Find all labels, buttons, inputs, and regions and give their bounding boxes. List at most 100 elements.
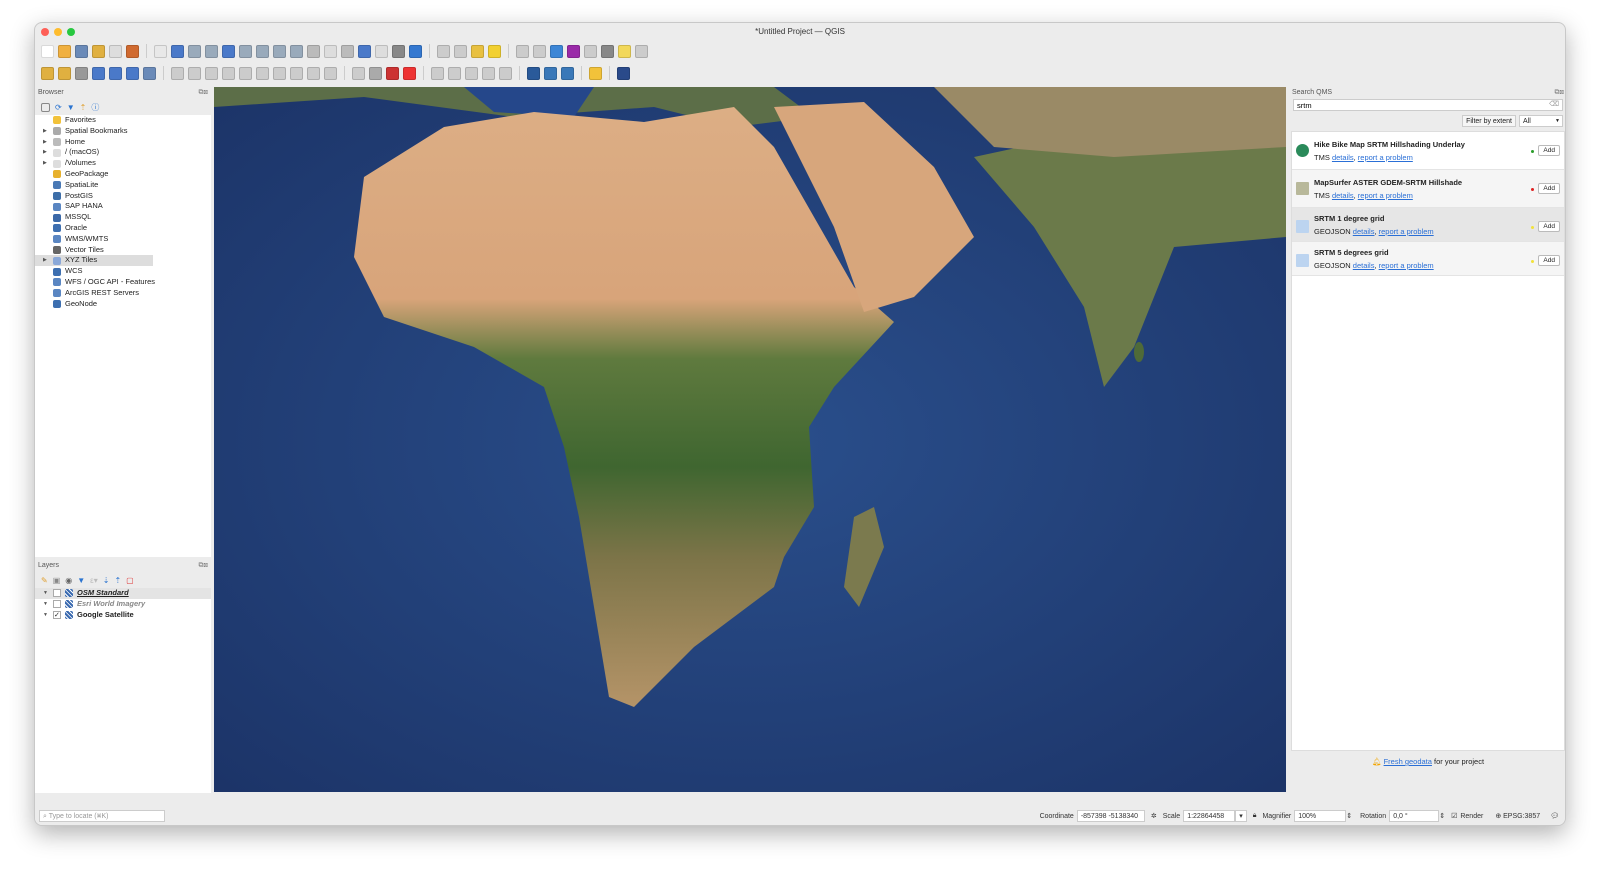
browser-item[interactable]: Vector Tiles [35, 245, 211, 256]
toolbar-tool-icon[interactable] [488, 44, 501, 58]
toolbar-tool-icon[interactable] [386, 66, 399, 80]
browser-item[interactable]: PostGIS [35, 191, 211, 202]
coordinate-field[interactable]: -857398 -5138340 [1076, 810, 1145, 822]
zoom-button[interactable] [67, 28, 75, 36]
report-problem-link[interactable]: report a problem [1358, 153, 1413, 162]
toolbar-tool-icon[interactable] [290, 66, 303, 80]
collapse-arrow-icon[interactable]: ▼ [43, 599, 49, 610]
browser-item[interactable]: WCS [35, 266, 211, 277]
toolbar-tool-icon[interactable] [341, 44, 354, 58]
layer-item[interactable]: ▼ OSM Standard [35, 588, 211, 599]
toolbar-tool-icon[interactable] [75, 66, 88, 80]
toolbar-tool-icon[interactable] [188, 44, 201, 58]
lock-scale-icon[interactable]: 🔒︎ [1253, 812, 1257, 820]
toolbar-tool-icon[interactable] [239, 66, 252, 80]
add-selected-icon[interactable] [41, 102, 50, 112]
toolbar-tool-icon[interactable] [273, 66, 286, 80]
report-problem-link[interactable]: report a problem [1379, 227, 1434, 236]
toolbar-tool-icon[interactable] [256, 44, 269, 58]
toolbar-tool-icon[interactable] [392, 44, 405, 58]
layer-item[interactable]: ▼ Esri World Imagery [35, 599, 211, 610]
magnifier-stepper[interactable]: ⇕ [1346, 812, 1352, 820]
add-button[interactable]: Add [1538, 183, 1560, 194]
toolbar-tool-icon[interactable] [41, 66, 54, 80]
collapse-arrow-icon[interactable]: ▼ [43, 610, 49, 621]
magnifier-field[interactable]: 100% [1294, 810, 1347, 822]
toolbar-tool-icon[interactable] [369, 66, 382, 80]
toolbar-tool-icon[interactable] [499, 66, 512, 80]
browser-item[interactable]: GeoNode [35, 299, 211, 310]
details-link[interactable]: details [1332, 153, 1354, 162]
toolbar-tool-icon[interactable] [307, 66, 320, 80]
expand-all-icon[interactable]: ⇣ [103, 576, 110, 585]
browser-item[interactable]: Oracle [35, 223, 211, 234]
details-link[interactable]: details [1332, 191, 1354, 200]
toolbar-tool-icon[interactable] [352, 66, 365, 80]
scale-field[interactable]: 1:22864458 [1183, 810, 1236, 822]
toolbar-tool-icon[interactable] [561, 66, 574, 80]
toolbar-tool-icon[interactable] [171, 44, 184, 58]
toolbar-tool-icon[interactable] [431, 66, 444, 80]
toolbar-tool-icon[interactable] [482, 66, 495, 80]
collapse-arrow-icon[interactable]: ▼ [43, 588, 49, 599]
filter-icon[interactable]: ▼ [67, 103, 75, 112]
toolbar-tool-icon[interactable] [290, 44, 303, 58]
toolbar-tool-icon[interactable] [307, 44, 320, 58]
crs-button[interactable]: ⊕ EPSG:3857 [1495, 812, 1540, 820]
toggle-extents-icon[interactable]: ✲ [1151, 812, 1157, 820]
toolbar-tool-icon[interactable] [92, 44, 105, 58]
info-icon[interactable]: ⓘ [91, 102, 99, 113]
panel-float-close-icons[interactable]: ⧉⊠ [199, 562, 208, 570]
minimize-button[interactable] [54, 28, 62, 36]
toolbar-tool-icon[interactable] [205, 66, 218, 80]
details-link[interactable]: details [1353, 261, 1375, 270]
browser-item[interactable]: ▶ Spatial Bookmarks [35, 126, 211, 137]
toolbar-tool-icon[interactable] [437, 44, 450, 58]
visibility-icon[interactable]: ◉ [65, 576, 72, 585]
toolbar-tool-icon[interactable] [92, 66, 105, 80]
details-link[interactable]: details [1353, 227, 1375, 236]
toolbar-tool-icon[interactable] [222, 44, 235, 58]
expand-arrow-icon[interactable]: ▶ [43, 147, 49, 158]
toolbar-tool-icon[interactable] [239, 44, 252, 58]
browser-item[interactable]: ▶ Home [35, 137, 211, 148]
toolbar-tool-icon[interactable] [527, 66, 540, 80]
browser-item[interactable]: ▶ / (macOS) [35, 147, 211, 158]
toolbar-tool-icon[interactable] [75, 44, 88, 58]
browser-item[interactable]: ▶ XYZ Tiles [35, 255, 153, 267]
toolbar-tool-icon[interactable] [550, 44, 563, 58]
clear-search-icon[interactable]: ⌫ [1549, 100, 1559, 108]
toolbar-tool-icon[interactable] [533, 44, 546, 58]
browser-item[interactable]: GeoPackage [35, 169, 211, 180]
browser-item[interactable]: MSSQL [35, 212, 211, 223]
qms-result-item[interactable]: SRTM 5 degrees grid GEOJSON details, repo… [1292, 242, 1564, 276]
toolbar-tool-icon[interactable] [41, 44, 54, 58]
toolbar-tool-icon[interactable] [256, 66, 269, 80]
map-canvas[interactable] [214, 87, 1286, 792]
add-button[interactable]: Add [1538, 255, 1560, 266]
browser-item[interactable]: ArcGIS REST Servers [35, 288, 211, 299]
report-problem-link[interactable]: report a problem [1379, 261, 1434, 270]
toolbar-tool-icon[interactable] [58, 44, 71, 58]
toolbar-tool-icon[interactable] [448, 66, 461, 80]
render-checkbox[interactable]: ☑ [1451, 812, 1457, 820]
toolbar-tool-icon[interactable] [601, 44, 614, 58]
toolbar-tool-icon[interactable] [617, 66, 630, 80]
rotation-stepper[interactable]: ⇕ [1439, 812, 1445, 820]
toolbar-tool-icon[interactable] [618, 44, 631, 58]
toolbar-tool-icon[interactable] [409, 44, 422, 58]
toolbar-tool-icon[interactable] [126, 44, 139, 58]
browser-item[interactable]: SAP HANA [35, 201, 211, 212]
qms-search-input[interactable] [1293, 99, 1563, 111]
locate-search[interactable]: ⌕ Type to locate (⌘K) [39, 810, 165, 822]
toolbar-tool-icon[interactable] [544, 66, 557, 80]
rotation-field[interactable]: 0,0 ° [1389, 810, 1440, 822]
toolbar-tool-icon[interactable] [109, 66, 122, 80]
add-button[interactable]: Add [1538, 145, 1560, 156]
expression-filter-icon[interactable]: ε▾ [90, 576, 98, 585]
toolbar-tool-icon[interactable] [143, 66, 156, 80]
expand-arrow-icon[interactable]: ▶ [43, 137, 49, 148]
toolbar-tool-icon[interactable] [273, 44, 286, 58]
expand-arrow-icon[interactable]: ▶ [43, 255, 49, 266]
qms-result-item[interactable]: Hike Bike Map SRTM Hillshading Underlay T… [1292, 132, 1564, 170]
